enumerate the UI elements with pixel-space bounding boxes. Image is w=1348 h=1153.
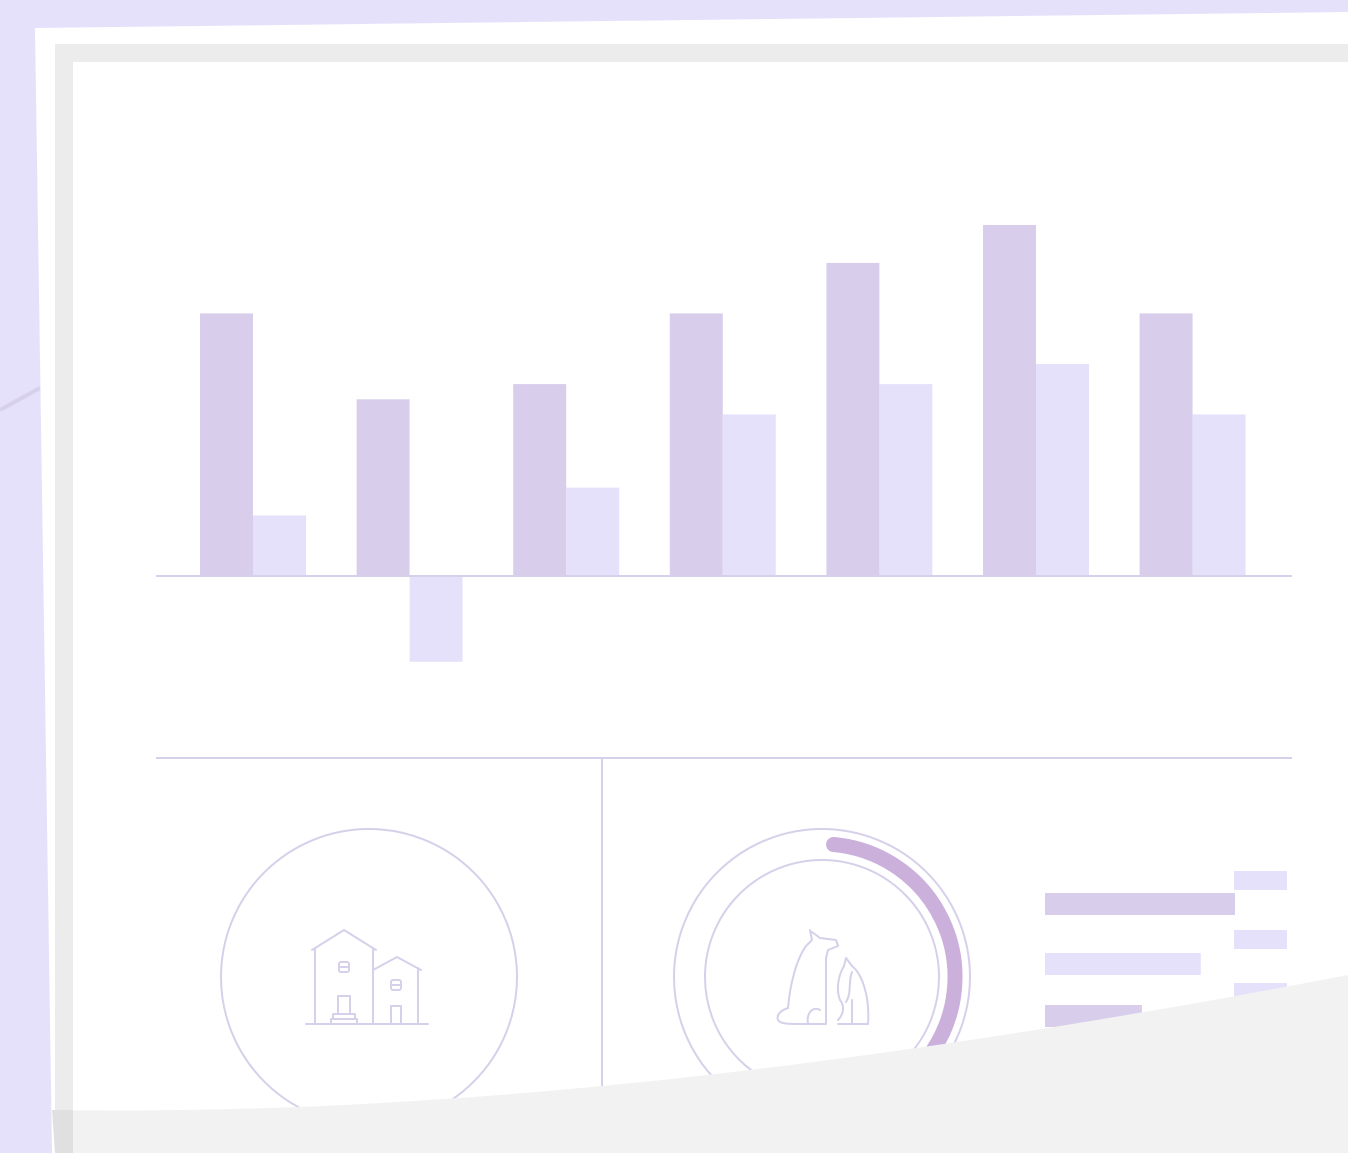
bar-series2-3 — [566, 487, 620, 576]
legend-bar — [1045, 893, 1235, 915]
bar-series2-6 — [1036, 363, 1089, 576]
bar-series1-4 — [669, 313, 723, 576]
bar-series1-7 — [1139, 313, 1193, 576]
illustration-canvas — [0, 0, 1348, 1153]
legend-swatch — [1234, 930, 1287, 949]
bar-series1-3 — [513, 384, 567, 576]
bar-series2-4 — [722, 414, 776, 576]
floor-shadow-edge — [52, 1110, 73, 1153]
screen-panel — [73, 62, 1348, 1153]
dashboard-illustration — [0, 0, 1348, 1153]
legend-swatch — [1234, 871, 1287, 890]
bar-series2-1 — [253, 515, 306, 576]
bar-series1-2 — [356, 399, 410, 577]
bar-series2-2 — [409, 576, 463, 662]
bar-series1-1 — [200, 313, 253, 576]
bar-series2-5 — [879, 384, 933, 576]
bar-series1-5 — [826, 262, 880, 576]
bar-series1-6 — [983, 225, 1036, 576]
bar-series2-7 — [1192, 414, 1246, 576]
legend-bar — [1045, 953, 1201, 975]
